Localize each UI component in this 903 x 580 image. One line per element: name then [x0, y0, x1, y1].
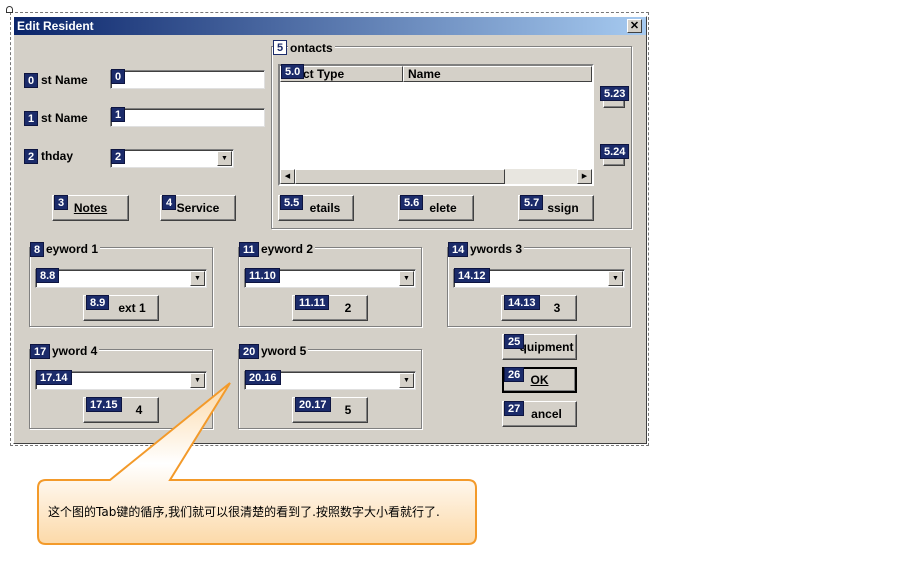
callout-bubble: [37, 382, 477, 545]
callout-text: 这个图的Tab键的循序,我们就可以很清楚的看到了.按照数字大小看就行了.: [48, 505, 440, 519]
